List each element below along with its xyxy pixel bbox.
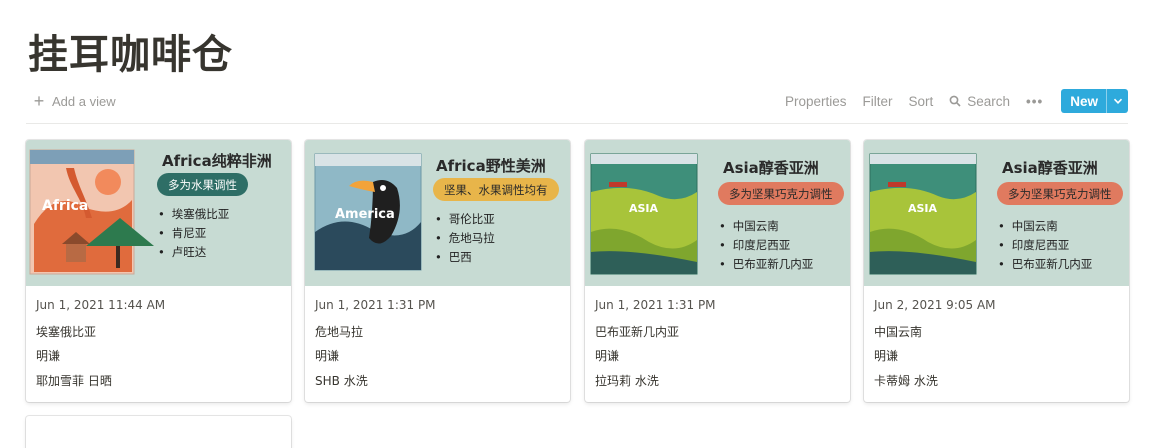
- add-view-label: Add a view: [52, 93, 116, 109]
- coffee-bag-image: ASIA: [869, 153, 977, 275]
- card-properties: Jun 2, 2021 9:05 AM 中国云南 明谦 卡蒂姆 水洗: [874, 298, 996, 396]
- card-cover: ASIA Asia醇香亚洲 多为坚果巧克力调性 中国云南 印度尼西亚 巴布亚新几…: [585, 140, 850, 286]
- new-button[interactable]: New: [1061, 89, 1128, 113]
- search-button[interactable]: Search: [949, 94, 1010, 109]
- origin-property: 巴布亚新几内亚: [595, 324, 680, 339]
- process-property: 卡蒂姆 水洗: [874, 373, 938, 388]
- list-item: 中国云南: [998, 217, 1092, 236]
- process-property: SHB 水洗: [315, 373, 368, 388]
- new-button-label: New: [1070, 93, 1098, 109]
- cover-title: Africa纯粹非洲: [162, 152, 272, 170]
- cover-origin-list: 中国云南 印度尼西亚 巴布亚新几内亚: [998, 217, 1093, 274]
- process-property: 拉玛莉 水洗: [595, 373, 659, 388]
- sort-button[interactable]: Sort: [909, 94, 934, 109]
- properties-button[interactable]: Properties: [785, 94, 847, 109]
- card-cover: ASIA Asia醇香亚洲 多为坚果巧克力调性 中国云南 印度尼西亚 巴布亚新几…: [864, 140, 1129, 286]
- roaster-property: 明谦: [315, 349, 340, 363]
- list-item: 哥伦比亚: [435, 210, 495, 229]
- cover-tag: 多为坚果巧克力调性: [997, 182, 1123, 205]
- created-date: Jun 1, 2021 1:31 PM: [315, 298, 436, 312]
- coffee-bag-image: ASIA: [590, 153, 698, 275]
- card-properties: Jun 1, 2021 11:44 AM 埃塞俄比亚 明谦 耶加雪菲 日晒: [36, 298, 165, 396]
- gallery-card[interactable]: ASIA Asia醇香亚洲 多为坚果巧克力调性 中国云南 印度尼西亚 巴布亚新几…: [585, 140, 850, 402]
- database-toolbar: + Add a view Properties Filter Sort Sear…: [26, 88, 1128, 114]
- page-title: 挂耳咖啡仓: [28, 32, 233, 78]
- created-date: Jun 1, 2021 1:31 PM: [595, 298, 716, 312]
- more-options-icon[interactable]: •••: [1026, 94, 1043, 109]
- roaster-property: 明谦: [874, 349, 899, 363]
- cover-origin-list: 哥伦比亚 危地马拉 巴西: [435, 210, 495, 267]
- origin-property: 埃塞俄比亚: [36, 324, 97, 339]
- toolbar-divider: [26, 123, 1128, 124]
- list-item: 埃塞俄比亚: [158, 205, 230, 224]
- list-item: 危地马拉: [435, 229, 495, 248]
- filter-button[interactable]: Filter: [863, 94, 893, 109]
- cover-origin-list: 埃塞俄比亚 肯尼亚 卢旺达: [158, 205, 230, 262]
- search-label: Search: [967, 93, 1011, 109]
- gallery-card-empty[interactable]: [26, 416, 291, 448]
- created-date: Jun 1, 2021 11:44 AM: [36, 298, 166, 312]
- origin-property: 中国云南: [874, 324, 923, 339]
- gallery-card[interactable]: Africa Africa纯粹非洲 多为水果调性 埃塞俄比亚 肯尼亚 卢旺达 J…: [26, 140, 291, 402]
- card-cover: America Africa野性美洲 坚果、水果调性均有 哥伦比亚 危地马拉 巴…: [305, 140, 570, 286]
- list-item: 巴西: [435, 248, 495, 267]
- coffee-bag-image: Africa: [29, 149, 154, 275]
- search-icon: [949, 95, 961, 107]
- svg-text:ASIA: ASIA: [629, 202, 659, 215]
- coffee-bag-image: America: [314, 153, 422, 271]
- list-item: 印度尼西亚: [998, 236, 1092, 255]
- card-cover: Africa Africa纯粹非洲 多为水果调性 埃塞俄比亚 肯尼亚 卢旺达: [26, 140, 291, 286]
- add-view-button[interactable]: + Add a view: [26, 92, 116, 110]
- cover-tag: 坚果、水果调性均有: [433, 178, 559, 201]
- process-property: 耶加雪菲 日晒: [36, 373, 112, 388]
- origin-property: 危地马拉: [315, 324, 364, 339]
- cover-origin-list: 中国云南 印度尼西亚 巴布亚新几内亚: [719, 217, 814, 274]
- chevron-down-icon[interactable]: [1106, 89, 1128, 113]
- roaster-property: 明谦: [595, 349, 620, 363]
- cover-tag: 多为水果调性: [157, 173, 248, 196]
- roaster-property: 明谦: [36, 349, 61, 363]
- cover-tag: 多为坚果巧克力调性: [718, 182, 844, 205]
- card-properties: Jun 1, 2021 1:31 PM 巴布亚新几内亚 明谦 拉玛莉 水洗: [595, 298, 716, 396]
- created-date: Jun 2, 2021 9:05 AM: [874, 298, 996, 312]
- cover-title: Asia醇香亚洲: [1002, 159, 1098, 177]
- list-item: 巴布亚新几内亚: [719, 255, 814, 274]
- svg-text:America: America: [335, 207, 395, 222]
- list-item: 肯尼亚: [158, 224, 229, 243]
- cover-title: Asia醇香亚洲: [723, 159, 819, 177]
- list-item: 巴布亚新几内亚: [998, 255, 1093, 274]
- gallery-card[interactable]: ASIA Asia醇香亚洲 多为坚果巧克力调性 中国云南 印度尼西亚 巴布亚新几…: [864, 140, 1129, 402]
- gallery-card[interactable]: America Africa野性美洲 坚果、水果调性均有 哥伦比亚 危地马拉 巴…: [305, 140, 570, 402]
- plus-icon: +: [33, 91, 45, 111]
- list-item: 印度尼西亚: [719, 236, 813, 255]
- cover-title: Africa野性美洲: [436, 157, 546, 175]
- list-item: 中国云南: [719, 217, 813, 236]
- list-item: 卢旺达: [158, 243, 229, 262]
- svg-text:Africa: Africa: [42, 198, 88, 214]
- card-properties: Jun 1, 2021 1:31 PM 危地马拉 明谦 SHB 水洗: [315, 298, 436, 396]
- svg-text:ASIA: ASIA: [908, 202, 938, 215]
